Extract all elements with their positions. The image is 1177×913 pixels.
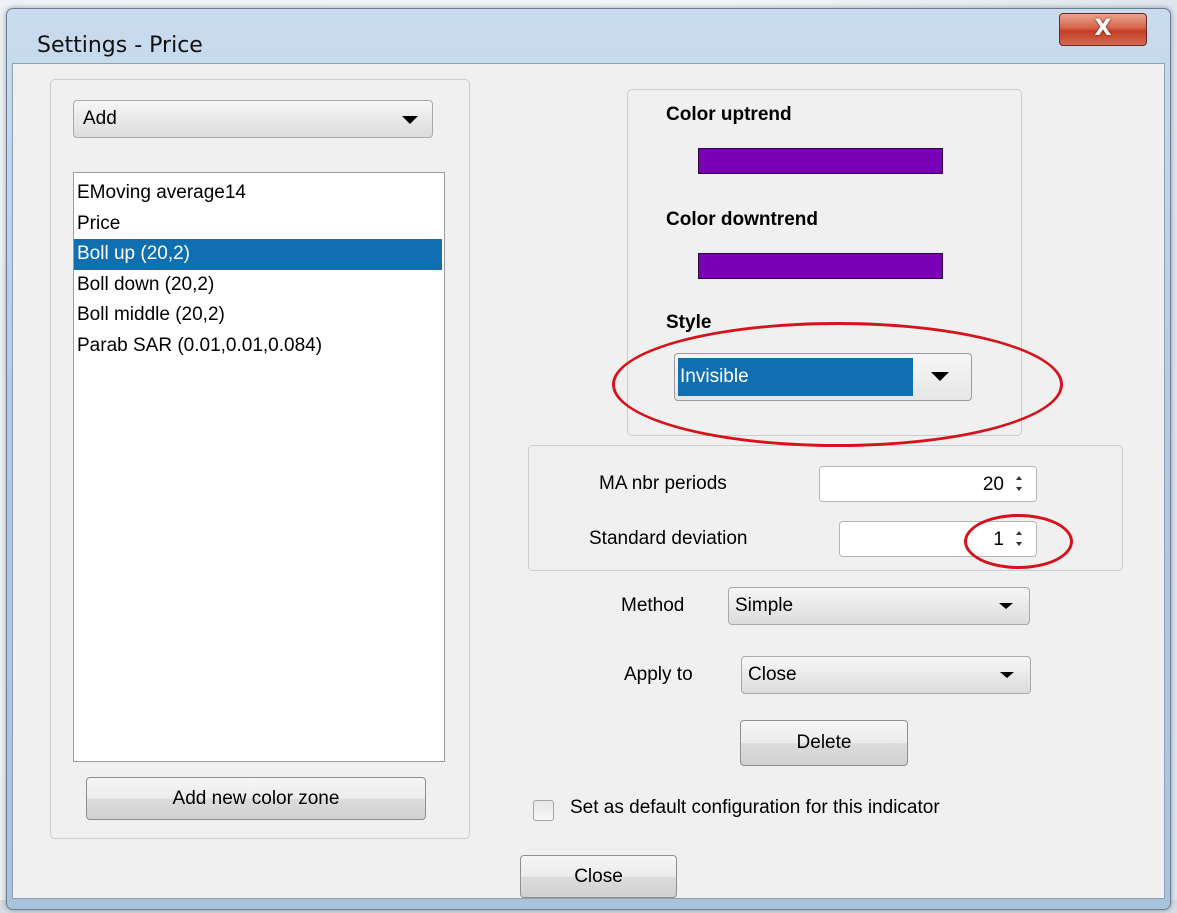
- spinner-arrows-icon[interactable]: [1016, 528, 1024, 550]
- color-uptrend-swatch[interactable]: [698, 148, 943, 174]
- chevron-down-icon: [402, 116, 418, 124]
- close-window-button[interactable]: X: [1059, 13, 1147, 46]
- ma-periods-label: MA nbr periods: [599, 473, 727, 494]
- window-title: Settings - Price: [37, 33, 203, 58]
- std-dev-spinner[interactable]: 1: [839, 521, 1037, 557]
- list-item[interactable]: Boll down (20,2): [74, 270, 442, 301]
- add-indicator-value: Add: [83, 108, 117, 129]
- apply-to-dropdown[interactable]: Close: [741, 656, 1031, 694]
- color-settings-group: Color uptrend Color downtrend Style Invi…: [627, 89, 1022, 436]
- indicator-list-group: Add EMoving average14 Price Boll up (20,…: [50, 79, 470, 839]
- color-uptrend-label: Color uptrend: [666, 104, 792, 125]
- list-item[interactable]: Price: [74, 209, 442, 240]
- color-downtrend-label: Color downtrend: [666, 209, 818, 230]
- add-color-zone-button[interactable]: Add new color zone: [86, 777, 426, 820]
- indicator-list[interactable]: EMoving average14 Price Boll up (20,2) B…: [73, 172, 445, 762]
- method-value: Simple: [735, 595, 794, 616]
- method-label: Method: [621, 595, 685, 616]
- style-dropdown[interactable]: Invisible: [674, 353, 972, 401]
- default-config-checkbox[interactable]: [533, 800, 554, 821]
- settings-dialog: Settings - Price X Add EMoving average14…: [6, 8, 1171, 910]
- style-value: Invisible: [678, 358, 913, 396]
- chevron-down-icon: [1000, 672, 1014, 678]
- delete-button[interactable]: Delete: [740, 720, 908, 766]
- std-dev-value: 1: [993, 529, 1004, 550]
- close-icon: X: [1094, 16, 1112, 41]
- std-dev-label: Standard deviation: [589, 528, 748, 549]
- method-dropdown[interactable]: Simple: [728, 587, 1030, 625]
- title-bar[interactable]: Settings - Price X: [7, 9, 1170, 65]
- bollinger-params-group: MA nbr periods 20 Standard deviation 1: [528, 445, 1123, 571]
- list-item[interactable]: Parab SAR (0.01,0.01,0.084): [74, 331, 442, 362]
- apply-to-label: Apply to: [624, 664, 693, 685]
- list-item-selected[interactable]: Boll up (20,2): [74, 239, 442, 270]
- style-label: Style: [666, 312, 712, 333]
- spinner-arrows-icon[interactable]: [1016, 473, 1024, 495]
- dialog-content: Add EMoving average14 Price Boll up (20,…: [12, 63, 1165, 899]
- ma-periods-value: 20: [982, 474, 1004, 495]
- default-config-label: Set as default configuration for this in…: [570, 797, 940, 818]
- list-item[interactable]: EMoving average14: [74, 178, 442, 209]
- ma-periods-spinner[interactable]: 20: [819, 466, 1037, 502]
- close-button[interactable]: Close: [520, 855, 677, 898]
- add-indicator-dropdown[interactable]: Add: [73, 100, 433, 138]
- chevron-down-icon: [999, 603, 1013, 609]
- chevron-down-icon: [931, 372, 949, 381]
- apply-to-value: Close: [748, 664, 797, 685]
- list-item[interactable]: Boll middle (20,2): [74, 300, 442, 331]
- color-downtrend-swatch[interactable]: [698, 253, 943, 279]
